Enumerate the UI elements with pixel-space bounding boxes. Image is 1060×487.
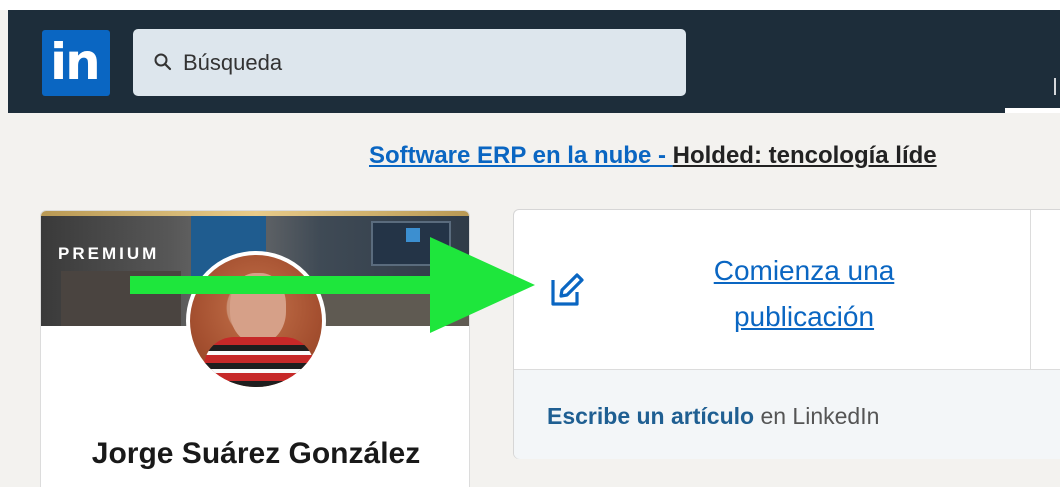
write-article-row[interactable]: Escribe un artículo en LinkedIn [514, 370, 1060, 459]
search-input[interactable]: Búsqueda [133, 29, 686, 96]
logo-text: in [50, 33, 101, 91]
top-navbar: in Búsqueda [8, 10, 1060, 113]
search-icon [154, 53, 172, 71]
divider [1030, 210, 1031, 370]
sponsored-ad-banner[interactable]: Software ERP en la nube - Holded: tencol… [369, 142, 937, 170]
nav-active-indicator [1005, 108, 1060, 113]
write-article-link[interactable]: Escribe un artículo en LinkedIn [547, 403, 879, 430]
article-link-strong: Escribe un artículo [547, 403, 755, 429]
ad-text[interactable]: Holded: tencología líde [673, 142, 937, 169]
edit-icon[interactable] [547, 270, 587, 310]
ad-link[interactable]: Software ERP en la nube - [369, 142, 673, 169]
search-placeholder: Búsqueda [183, 50, 283, 75]
green-arrow-annotation [130, 237, 535, 333]
article-link-rest: en LinkedIn [754, 403, 880, 429]
nav-item-edge[interactable] [1054, 78, 1056, 95]
start-post-button[interactable]: Comienza una publicación [664, 248, 944, 340]
linkedin-logo[interactable]: in [42, 30, 110, 96]
profile-name[interactable]: Jorge Suárez González [41, 437, 469, 471]
window-top-edge [0, 0, 1060, 10]
share-box: Comienza una publicación Escribe un artí… [513, 209, 1060, 459]
